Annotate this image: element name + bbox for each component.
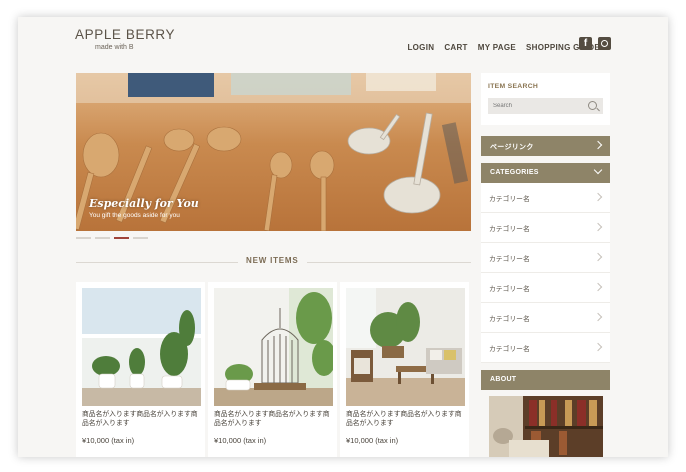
hero-title: Especially for You — [89, 197, 199, 210]
page-link-bar[interactable]: ページリンク — [481, 136, 610, 156]
hero-subtitle: You gift the goods aside for you — [89, 212, 180, 219]
category-item[interactable]: カテゴリー名 — [481, 303, 610, 333]
nav-my-page[interactable]: MY PAGE — [478, 43, 516, 52]
slider-dot[interactable] — [76, 237, 91, 239]
main-nav: LOGIN CART MY PAGE SHOPPING GUIDE — [407, 43, 600, 52]
category-label: カテゴリー名 — [489, 226, 530, 233]
about-title: ABOUT — [490, 376, 517, 383]
instagram-icon[interactable] — [598, 37, 611, 50]
slider-dots — [76, 237, 148, 239]
category-label: カテゴリー名 — [489, 346, 530, 353]
chevron-right-icon — [593, 252, 603, 262]
search-icon[interactable] — [588, 101, 597, 110]
social-links: f — [579, 37, 611, 50]
nav-login[interactable]: LOGIN — [407, 43, 434, 52]
product-card[interactable]: 商品名が入ります商品名が入ります商品名が入ります ¥10,000 (tax in… — [340, 282, 469, 457]
product-name[interactable]: 商品名が入ります商品名が入ります商品名が入ります — [82, 410, 201, 428]
search-input[interactable] — [488, 98, 588, 114]
category-item[interactable]: カテゴリー名 — [481, 333, 610, 363]
logo-subtitle: made with B — [95, 44, 134, 51]
product-name[interactable]: 商品名が入ります商品名が入ります商品名が入ります — [214, 410, 333, 428]
logo-title[interactable]: APPLE BERRY — [75, 27, 175, 42]
nav-cart[interactable]: CART — [444, 43, 467, 52]
category-label: カテゴリー名 — [489, 196, 530, 203]
item-search-label: ITEM SEARCH — [488, 83, 539, 90]
slider-dot[interactable] — [133, 237, 148, 239]
product-name[interactable]: 商品名が入ります商品名が入ります商品名が入ります — [346, 410, 465, 428]
about-header[interactable]: ABOUT — [481, 370, 610, 390]
facebook-icon[interactable]: f — [579, 37, 592, 50]
page-link-label: ページリンク — [490, 144, 534, 151]
page-frame: APPLE BERRY made with B LOGIN CART MY PA… — [18, 17, 668, 457]
category-label: カテゴリー名 — [489, 286, 530, 293]
item-search-panel: ITEM SEARCH — [481, 73, 610, 125]
about-image[interactable] — [489, 396, 603, 457]
chevron-right-icon — [593, 342, 603, 352]
product-price: ¥10,000 (tax in) — [346, 436, 399, 445]
product-image[interactable] — [82, 288, 201, 406]
chevron-right-icon — [593, 222, 603, 232]
chevron-right-icon — [593, 282, 603, 292]
chevron-right-icon — [593, 312, 603, 322]
product-image[interactable] — [214, 288, 333, 406]
category-label: カテゴリー名 — [489, 316, 530, 323]
category-item[interactable]: カテゴリー名 — [481, 273, 610, 303]
search-box[interactable] — [488, 98, 603, 114]
category-item[interactable]: カテゴリー名 — [481, 213, 610, 243]
product-list: 商品名が入ります商品名が入ります商品名が入ります ¥10,000 (tax in… — [76, 282, 471, 457]
product-card[interactable]: 商品名が入ります商品名が入ります商品名が入ります ¥10,000 (tax in… — [76, 282, 205, 457]
product-card[interactable]: 商品名が入ります商品名が入ります商品名が入ります ¥10,000 (tax in… — [208, 282, 337, 457]
slider-dot[interactable] — [95, 237, 110, 239]
categories-header[interactable]: CATEGORIES — [481, 163, 610, 183]
slider-dot-active[interactable] — [114, 237, 129, 239]
categories-title: CATEGORIES — [490, 169, 539, 176]
category-item[interactable]: カテゴリー名 — [481, 243, 610, 273]
product-price: ¥10,000 (tax in) — [214, 436, 267, 445]
chevron-right-icon — [593, 140, 603, 150]
category-item[interactable]: カテゴリー名 — [481, 183, 610, 213]
product-price: ¥10,000 (tax in) — [82, 436, 135, 445]
product-image[interactable] — [346, 288, 465, 406]
hero-slider[interactable]: Especially for You You gift the goods as… — [76, 73, 471, 231]
chevron-down-icon — [593, 165, 603, 175]
chevron-right-icon — [593, 192, 603, 202]
new-items-title: NEW ITEMS — [238, 256, 307, 265]
category-label: カテゴリー名 — [489, 256, 530, 263]
